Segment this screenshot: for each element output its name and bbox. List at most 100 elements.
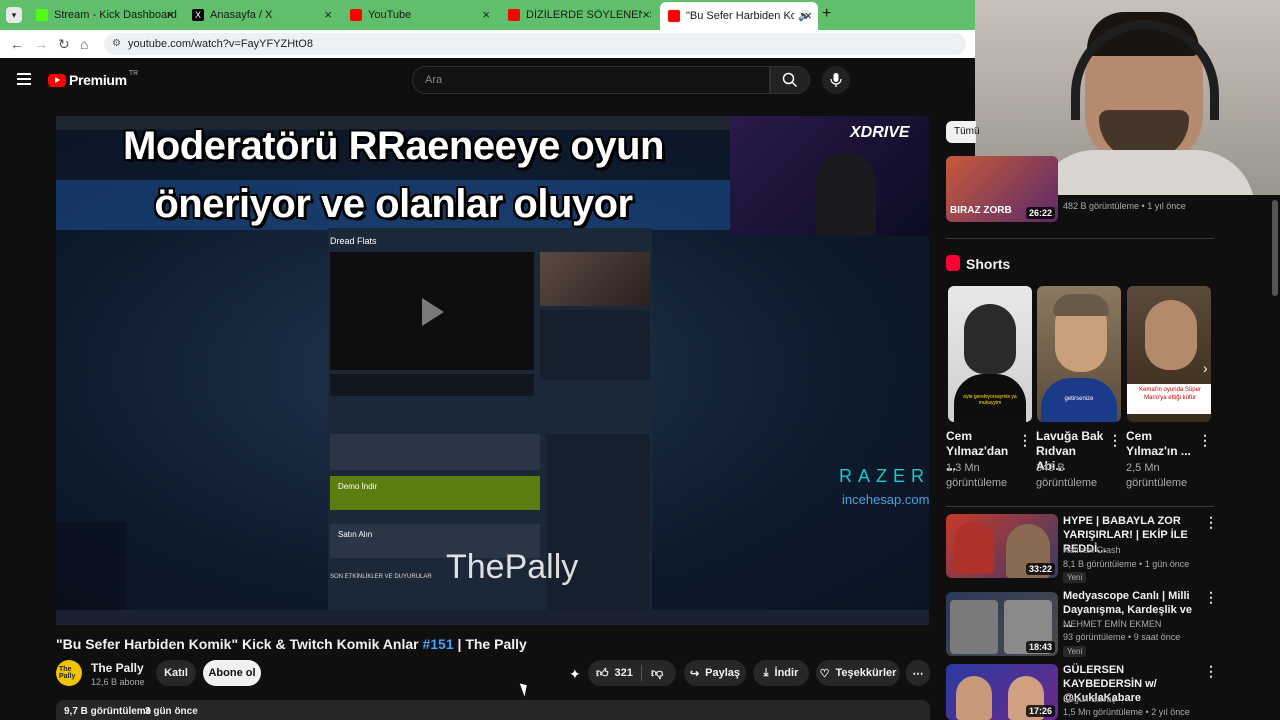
home-icon[interactable]: ⌂ — [80, 36, 88, 52]
share-icon: ↪ — [689, 667, 700, 680]
download-label: İndir — [774, 667, 799, 679]
short-hat — [1053, 294, 1109, 316]
thanks-sparkle-icon[interactable]: ✦ — [569, 666, 581, 683]
thanks-button[interactable]: ♡ Teşekkürler — [816, 660, 900, 686]
related-meta: 8,1 B görüntüleme • 1 gün önce — [1063, 559, 1190, 569]
person-body — [1035, 150, 1255, 195]
mouse-cursor — [519, 681, 531, 697]
steam-demo-box: Demo İndir — [330, 476, 540, 510]
related-channel[interactable]: MEHMET EMİN EKMEN — [1063, 619, 1161, 629]
video-duration: 26:22 — [1025, 207, 1055, 219]
tab-youtube[interactable]: YouTube × — [342, 4, 496, 26]
tab-list-button[interactable]: ▾ — [6, 7, 22, 23]
more-options-icon[interactable]: ⋮ — [1204, 663, 1218, 680]
close-icon[interactable]: × — [642, 7, 650, 22]
title-suffix: | The Pally — [457, 636, 527, 652]
download-button[interactable]: ⤓ İndir — [753, 660, 809, 686]
back-icon[interactable]: ← — [10, 36, 24, 52]
related-meta: 1,5 Mn görüntüleme • 2 yıl önce — [1063, 707, 1190, 717]
more-options-icon[interactable]: ⋮ — [1198, 432, 1212, 449]
short-title[interactable]: Cem Yılmaz'ın ... — [1126, 429, 1194, 459]
share-button[interactable]: ↪ Paylaş — [684, 660, 746, 686]
streamer-cam: XDRIVE — [730, 116, 929, 236]
tab-x-home[interactable]: X Anasayfa / X × — [184, 4, 338, 26]
search-input[interactable]: Ara — [412, 66, 770, 94]
new-badge: Yeni — [1063, 572, 1087, 583]
short-card[interactable]: oyle gerekiyorsaymis ya mukayyim — [948, 286, 1032, 422]
title-hashtag[interactable]: #151 — [422, 636, 453, 652]
avatar-monogram: The Pally — [59, 666, 76, 680]
upload-date: 3 gün önce — [145, 706, 198, 717]
download-icon: ⤓ — [763, 666, 769, 679]
video-duration: 18:43 — [1025, 641, 1055, 653]
more-options-icon[interactable]: ⋮ — [1018, 432, 1032, 449]
page-scrollbar[interactable] — [1272, 200, 1278, 296]
shorts-next-button[interactable]: › — [1203, 360, 1208, 376]
view-count: 9,7 B görüntüleme — [64, 706, 152, 717]
close-icon[interactable]: × — [482, 7, 490, 22]
filter-chip-all[interactable]: Tümü — [946, 121, 980, 143]
search-icon — [782, 72, 798, 88]
url-field[interactable]: ⚙ youtube.com/watch?v=FayYFYZHtO8 — [104, 33, 966, 55]
tab-label: YouTube — [368, 9, 412, 21]
voice-search-button[interactable] — [822, 66, 850, 94]
join-button[interactable]: Katıl — [156, 660, 196, 686]
new-tab-button[interactable]: + — [822, 5, 831, 23]
related-meta: 93 görüntüleme • 9 saat önce — [1063, 632, 1181, 642]
related-channel[interactable]: Katman Crash — [1063, 545, 1121, 555]
more-options-icon[interactable]: ⋮ — [1204, 589, 1218, 606]
streamer-silhouette — [816, 152, 876, 236]
more-options-icon[interactable]: ⋮ — [1204, 514, 1218, 531]
like-icon[interactable]: 👍︎ — [596, 666, 609, 681]
video-duration: 17:26 — [1025, 705, 1055, 717]
close-icon[interactable]: × — [804, 8, 812, 23]
tab-kick-dashboard[interactable]: Stream - Kick Dashboard × — [28, 4, 180, 26]
short-views: 345 B görüntüleme — [1036, 462, 1098, 489]
related-thumbnail[interactable]: 18:43 — [946, 592, 1058, 656]
tab-label: "Bu Sefer Harbiden Komik" — [686, 10, 794, 22]
site-info-icon[interactable]: ⚙ — [112, 33, 121, 55]
tab-current-video[interactable]: "Bu Sefer Harbiden Komik" 🔊 × — [660, 2, 818, 30]
sidebar-divider — [946, 506, 1214, 507]
channel-name[interactable]: The Pally — [91, 661, 144, 675]
video-player[interactable]: Moderatörü RRaeneeye oyun öneriyor ve ol… — [56, 116, 929, 625]
close-icon[interactable]: × — [324, 7, 332, 22]
related-channel[interactable]: Soğuk Savaş — [1063, 694, 1116, 704]
new-badge: Yeni — [1063, 646, 1087, 657]
kick-icon — [36, 9, 48, 21]
short-views: 1,3 Mn görüntüleme — [946, 462, 1008, 489]
url-text: youtube.com/watch?v=FayYFYZHtO8 — [128, 38, 313, 50]
menu-icon[interactable] — [17, 73, 31, 85]
reload-icon[interactable]: ↻ — [58, 36, 70, 53]
more-actions-button[interactable]: ⋯ — [906, 660, 930, 686]
like-dislike-group: 👍︎ 321 👎︎ — [588, 660, 676, 686]
subscriber-count: 12,6 B abone — [91, 677, 145, 687]
x-icon: X — [192, 9, 204, 21]
close-icon[interactable]: × — [166, 7, 174, 22]
steam-description — [540, 310, 650, 380]
short-card[interactable]: Kemal'in oyunda Süper Mario'ya ettiği kü… — [1127, 286, 1211, 422]
short-caption: getirsenize — [1064, 396, 1094, 402]
related-thumbnail[interactable]: 17:26 — [946, 664, 1058, 720]
related-thumbnail[interactable]: BIRAZ ZORB 26:22 — [946, 156, 1058, 222]
more-options-icon[interactable]: ⋮ — [1108, 432, 1122, 449]
like-count[interactable]: 321 — [615, 667, 633, 679]
description-box[interactable]: 9,7 B görüntüleme 3 gün önce — [56, 700, 930, 720]
incehesap-logo: incehesap.com — [842, 492, 929, 507]
subscribe-button[interactable]: Abone ol — [203, 660, 261, 686]
steam-capsule — [540, 252, 650, 306]
youtube-icon — [508, 9, 520, 21]
short-card[interactable]: getirsenize — [1037, 286, 1121, 422]
dislike-icon[interactable]: 👎︎ — [651, 666, 663, 681]
channel-avatar[interactable]: The Pally — [56, 660, 82, 686]
steam-buy-label: Satın Alın — [338, 530, 373, 539]
forward-icon[interactable]: → — [34, 36, 48, 52]
youtube-logo[interactable]: Premium TR — [48, 70, 138, 88]
steam-sidebar — [546, 434, 650, 614]
search-button[interactable] — [770, 66, 810, 94]
tab-diziler[interactable]: DİZİLERDE SÖYLENEN ŞARKILA × — [500, 4, 656, 26]
video-duration: 33:22 — [1025, 563, 1055, 575]
steam-thumbstrip — [330, 374, 534, 396]
related-thumbnail[interactable]: 33:22 — [946, 514, 1058, 578]
thanks-icon: ♡ — [819, 667, 830, 680]
